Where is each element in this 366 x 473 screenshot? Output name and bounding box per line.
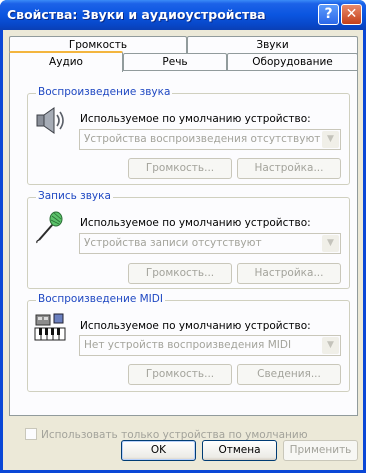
window-title: Свойства: Звуки и аудиоустройства [7, 7, 266, 22]
midi-device-select[interactable]: Нет устройств воспроизведения MIDI ▼ [79, 335, 341, 356]
chevron-down-icon[interactable]: ▼ [322, 131, 339, 148]
recording-settings-button[interactable]: Настройка... [237, 263, 341, 284]
playback-device-value: Устройства воспроизведения отсутствуют [84, 133, 321, 145]
help-button[interactable]: ? [318, 4, 339, 25]
recording-group-label: Запись звука [36, 190, 113, 202]
microphone-icon [36, 211, 63, 244]
midi-group-label: Воспроизведение MIDI [36, 293, 165, 305]
midi-keyboard-icon [34, 313, 66, 341]
checkbox-box[interactable] [25, 428, 37, 440]
recording-volume-button[interactable]: Громкость... [128, 263, 232, 284]
only-default-label: Использовать только устройства по умолча… [41, 429, 308, 441]
only-default-checkbox[interactable]: Использовать только устройства по умолча… [25, 428, 308, 441]
dialog-client: Громкость Звуки Аудио Речь Оборудование … [3, 30, 363, 470]
playback-settings-button[interactable]: Настройка... [237, 158, 341, 179]
recording-device-select[interactable]: Устройства записи отсутствуют ▼ [79, 233, 341, 254]
title-bar[interactable]: Свойства: Звуки и аудиоустройства ? ✕ [0, 0, 366, 30]
recording-group: Запись звука Используемое по умолчанию у… [27, 190, 350, 289]
speaker-icon [36, 107, 64, 134]
tab-panel-audio: Воспроизведение звука Используемое по ум… [9, 70, 358, 416]
dialog-window: Свойства: Звуки и аудиоустройства ? ✕ Гр… [0, 0, 366, 473]
ok-button[interactable]: OK [121, 440, 196, 461]
playback-device-select[interactable]: Устройства воспроизведения отсутствуют ▼ [79, 129, 341, 150]
recording-device-value: Устройства записи отсутствуют [84, 237, 262, 249]
midi-device-label: Используемое по умолчанию устройство: [80, 320, 311, 332]
playback-group-label: Воспроизведение звука [36, 86, 173, 98]
playback-device-label: Используемое по умолчанию устройство: [80, 113, 311, 125]
midi-info-button[interactable]: Сведения... [237, 364, 341, 385]
playback-group: Воспроизведение звука Используемое по ум… [27, 86, 350, 185]
playback-volume-button[interactable]: Громкость... [128, 158, 232, 179]
recording-device-label: Используемое по умолчанию устройство: [80, 217, 311, 229]
midi-volume-button[interactable]: Громкость... [128, 364, 232, 385]
tab-audio[interactable]: Аудио [9, 51, 123, 72]
midi-group: Воспроизведение MIDI Используемое по умо… [27, 293, 350, 392]
cancel-button[interactable]: Отмена [202, 440, 277, 461]
close-button[interactable]: ✕ [341, 4, 362, 25]
chevron-down-icon[interactable]: ▼ [322, 337, 339, 354]
chevron-down-icon[interactable]: ▼ [322, 235, 339, 252]
midi-device-value: Нет устройств воспроизведения MIDI [84, 339, 292, 351]
apply-button[interactable]: Применить [283, 440, 358, 461]
